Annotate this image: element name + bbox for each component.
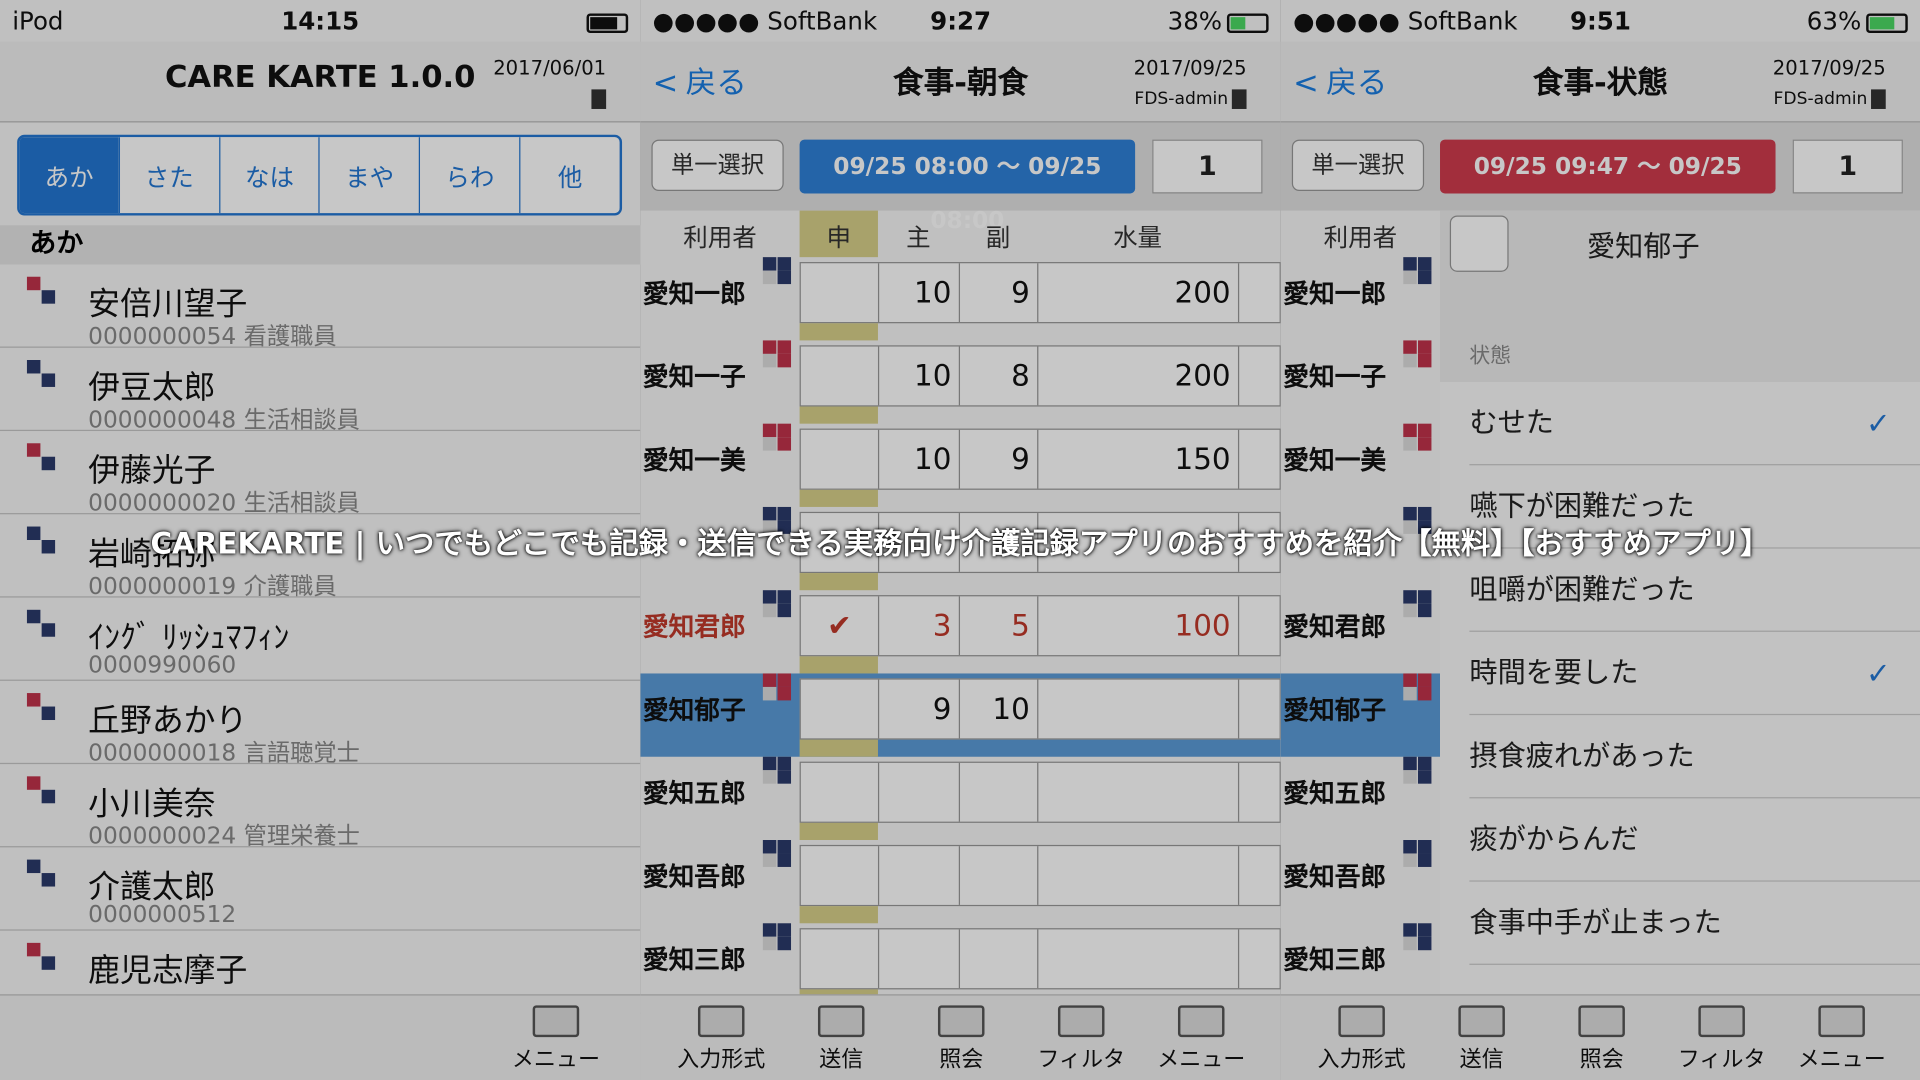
screenshot-canvas: iPod 14:15 CARE KARTE 1.0.0 2017/06/01 あ… xyxy=(0,0,1920,1080)
article-banner: CAREKARTE | いつでもどこでも記録・送信できる実務向け介護記録アプリの… xyxy=(150,526,1770,561)
